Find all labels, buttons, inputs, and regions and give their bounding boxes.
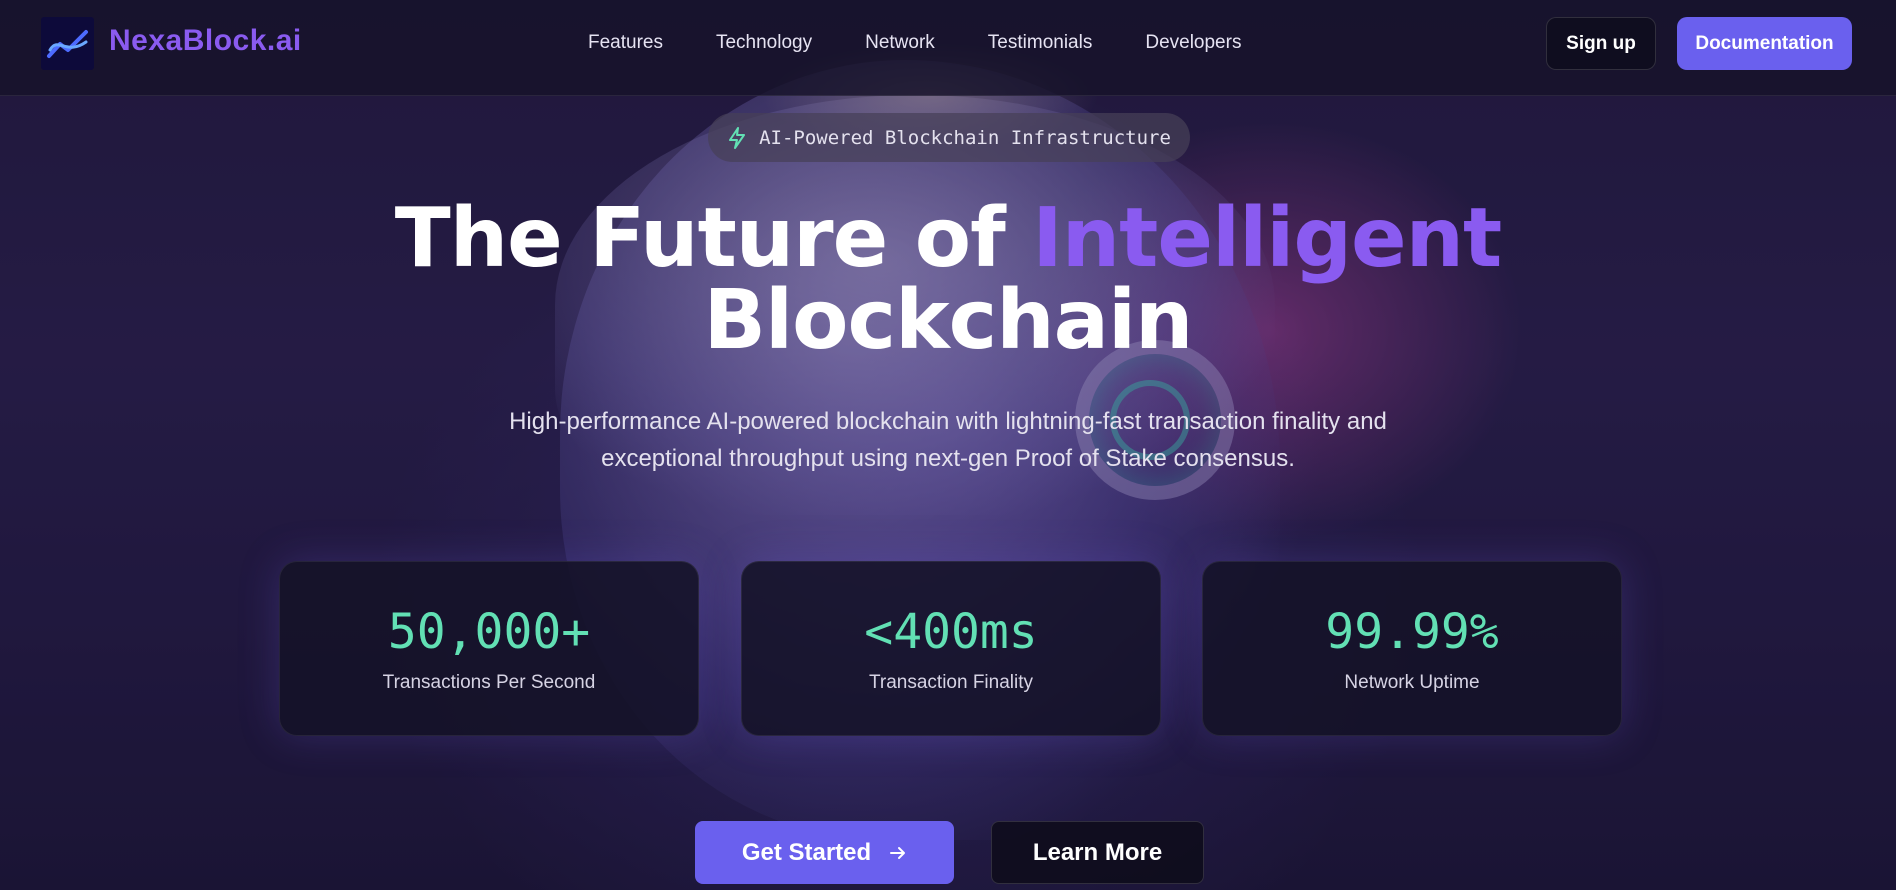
stat-label: Transactions Per Second — [382, 672, 596, 693]
stat-label: Network Uptime — [1344, 672, 1480, 693]
nav-link-technology[interactable]: Technology — [716, 32, 812, 54]
stat-label: Transaction Finality — [868, 672, 1034, 693]
stat-card-finality: <400ms Transaction Finality — [741, 561, 1161, 736]
brand-logo[interactable] — [41, 17, 94, 70]
nav-link-developers[interactable]: Developers — [1145, 32, 1241, 54]
signup-button[interactable]: Sign up — [1546, 17, 1656, 70]
main-nav: Features Technology Network Testimonials… — [588, 32, 1294, 54]
top-navbar: NexaBlock.ai Features Technology Network… — [0, 0, 1896, 96]
stat-value: <400ms — [864, 604, 1038, 660]
nav-link-features[interactable]: Features — [588, 32, 663, 54]
headline-part-2: Blockchain — [703, 273, 1194, 368]
get-started-button[interactable]: Get Started — [695, 821, 954, 884]
headline-accent: Intelligent — [1032, 191, 1502, 286]
stat-value: 50,000+ — [387, 604, 591, 660]
hero-headline: The Future of Intelligent Blockchain — [0, 198, 1896, 362]
hero-subtitle: High-performance AI-powered blockchain w… — [448, 403, 1448, 477]
hero-badge: AI-Powered Blockchain Infrastructure — [708, 113, 1190, 162]
subtitle-line-1: High-performance AI-powered blockchain w… — [509, 408, 1387, 435]
arrow-right-icon — [890, 846, 906, 859]
lightning-icon — [729, 126, 746, 149]
hero-badge-text: AI-Powered Blockchain Infrastructure — [759, 126, 1171, 149]
documentation-button[interactable]: Documentation — [1677, 17, 1852, 70]
stat-card-tps: 50,000+ Transactions Per Second — [279, 561, 699, 736]
get-started-label: Get Started — [741, 838, 872, 866]
nav-link-testimonials[interactable]: Testimonials — [988, 32, 1093, 54]
nav-link-network[interactable]: Network — [865, 32, 935, 54]
learn-more-button[interactable]: Learn More — [991, 821, 1204, 884]
stat-card-uptime: 99.99% Network Uptime — [1202, 561, 1622, 736]
headline-part-1: The Future of — [394, 191, 1033, 286]
trend-wave-icon — [46, 29, 88, 58]
brand-name[interactable]: NexaBlock.ai — [109, 24, 302, 58]
stat-value: 99.99% — [1325, 604, 1499, 660]
subtitle-line-2: exceptional throughput using next-gen Pr… — [601, 445, 1295, 472]
